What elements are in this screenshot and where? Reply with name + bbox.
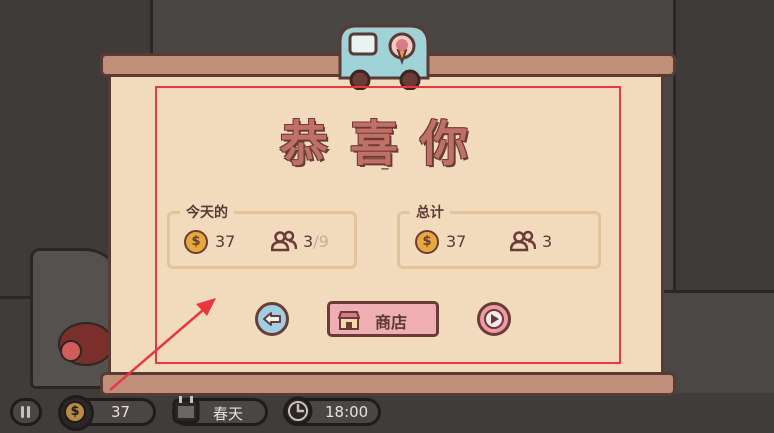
season-value: 春天 <box>213 405 244 423</box>
pause-icon <box>21 406 30 418</box>
time-value: 18:00 <box>325 403 369 421</box>
money-icon-holder: $ <box>58 395 94 431</box>
dollar-coin-icon: $ <box>64 401 86 423</box>
ice-cream-van-icon <box>338 24 430 90</box>
calendar-icon <box>172 396 200 424</box>
annotation-arrow-icon <box>109 298 216 391</box>
background-strawberry <box>60 340 82 362</box>
clock-icon <box>283 396 313 426</box>
money-value: 37 <box>111 403 131 421</box>
pause-button[interactable] <box>10 398 42 426</box>
